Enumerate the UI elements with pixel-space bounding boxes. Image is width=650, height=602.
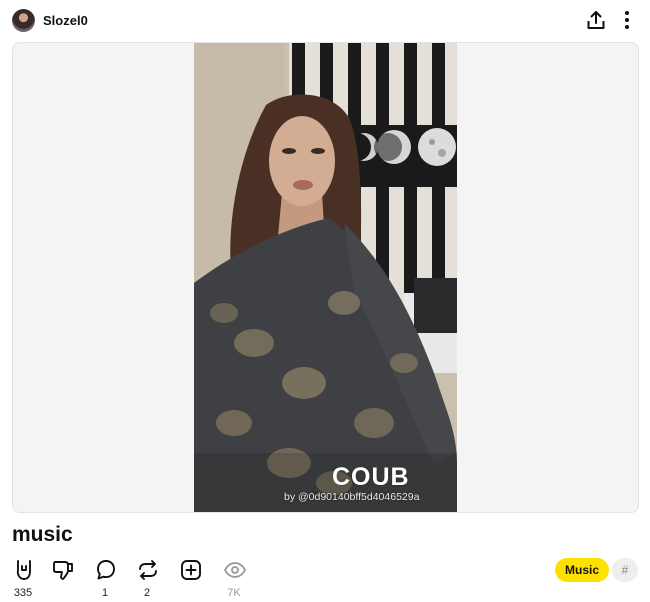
post-header: Slozel0 [0,0,650,42]
like-count: 335 [13,587,33,599]
more-vertical-icon [625,11,629,29]
post-title: music [12,523,73,546]
comment-bubble-icon [97,560,115,580]
recoub-repeat-icon [139,560,157,580]
video-player: COUB by @0d90140bff5d4046529a [12,42,639,513]
coub-watermark-author: by @0d90140bff5d4046529a [284,491,420,503]
share-button[interactable] [585,9,607,31]
recoubs-count: 2 [143,587,151,599]
like-button[interactable] [10,556,38,582]
rock-hand-like-icon [16,560,31,580]
plus-square-icon [181,560,201,580]
more-options-button[interactable] [616,9,638,31]
username[interactable]: Slozel0 [43,13,88,28]
share-upload-icon [587,11,605,29]
tag-hash-button[interactable]: # [612,558,638,582]
video-still-image [194,43,457,512]
comments-button[interactable] [92,556,120,582]
views-indicator [221,556,249,582]
avatar[interactable] [12,9,35,32]
comments-count: 1 [101,587,109,599]
views-count: 7K [227,587,241,599]
action-bar: 335 1 2 7K [0,556,650,602]
dislike-button[interactable] [49,556,77,582]
recoub-button[interactable] [134,556,162,582]
eye-icon [224,562,246,578]
tag-music[interactable]: Music [555,558,610,582]
add-to-collection-button[interactable] [177,556,205,582]
coub-watermark-logo: COUB [332,463,410,491]
video-frame[interactable]: COUB by @0d90140bff5d4046529a [194,43,457,512]
thumbs-down-icon [53,561,73,580]
